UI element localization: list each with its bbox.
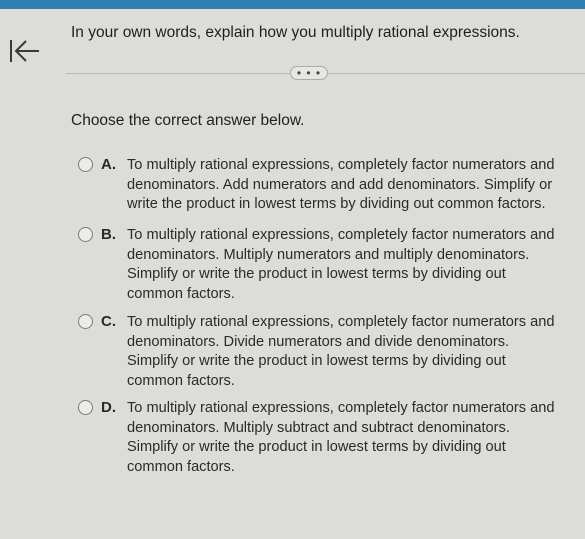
option-letter: B. <box>101 226 116 243</box>
option-line: To multiply rational expressions, comple… <box>127 314 555 330</box>
instruction-text: Choose the correct answer below. <box>71 112 305 129</box>
option-text: To multiply rational expressions, comple… <box>127 313 582 391</box>
option-line: denominators. Multiply numerators and mu… <box>127 246 530 263</box>
option-line: Simplify or write the product in lowest … <box>127 266 506 282</box>
option-line: To multiply rational expressions, comple… <box>127 157 555 173</box>
option-line: To multiply rational expressions, comple… <box>127 227 555 243</box>
option-line: common factors. <box>127 372 235 389</box>
option-line: write the product in lowest terms by div… <box>127 196 546 212</box>
option-line: Simplify or write the product in lowest … <box>127 439 506 455</box>
option-line: common factors. <box>127 458 235 475</box>
option-letter: A. <box>101 156 116 173</box>
more-button[interactable]: • • • <box>290 66 328 80</box>
option-line: To multiply rational expressions, comple… <box>127 400 555 416</box>
option-line: common factors. <box>127 285 235 302</box>
option-letter: D. <box>101 399 116 416</box>
top-bar <box>0 0 585 9</box>
option-line: denominators. Multiply subtract and subt… <box>127 419 510 436</box>
option-line: denominators. Divide numerators and divi… <box>127 333 510 350</box>
option-line: Simplify or write the product in lowest … <box>127 353 506 369</box>
option-letter: C. <box>101 313 116 330</box>
back-button[interactable] <box>8 36 42 66</box>
back-arrow-icon <box>10 40 39 62</box>
option-line: denominators. Add numerators and add den… <box>127 176 553 193</box>
radio-button[interactable] <box>78 227 93 242</box>
question-text: In your own words, explain how you multi… <box>71 24 520 41</box>
option-text: To multiply rational expressions, comple… <box>127 226 582 304</box>
option-text: To multiply rational expressions, comple… <box>127 399 582 477</box>
radio-button[interactable] <box>78 157 93 172</box>
radio-button[interactable] <box>78 314 93 329</box>
option-text: To multiply rational expressions, comple… <box>127 156 582 215</box>
radio-button[interactable] <box>78 400 93 415</box>
